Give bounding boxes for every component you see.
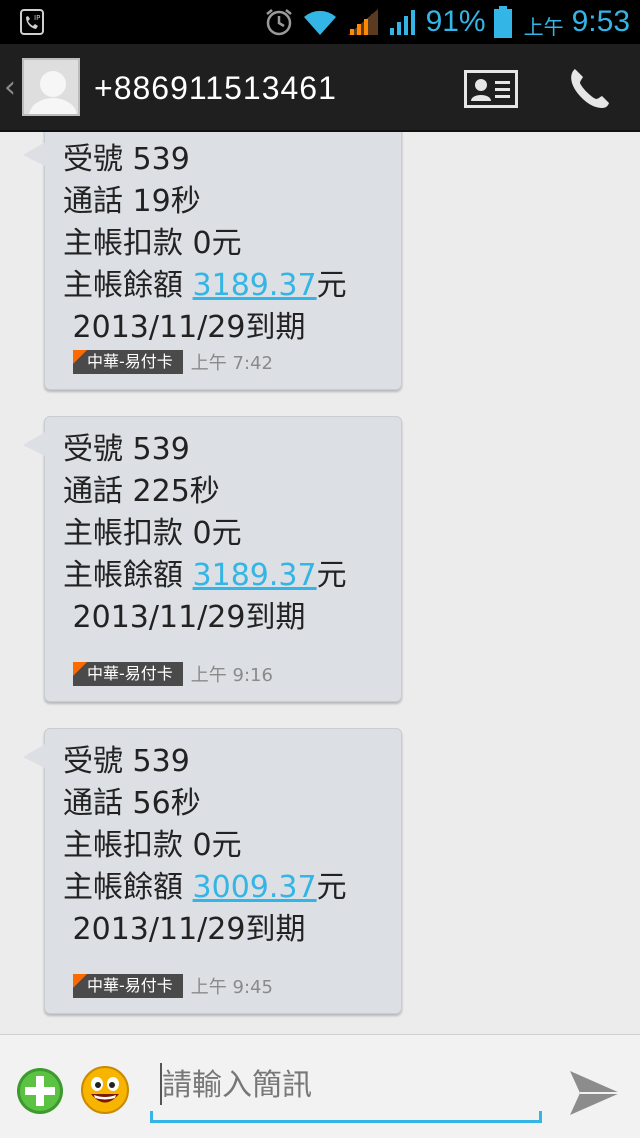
wifi-icon [303, 10, 336, 35]
message-bubble[interactable]: 受號 539 通話 225秒 主帳扣款 0元 主帳餘額 3189.37元 201… [23, 416, 402, 702]
balance-label: 主帳餘額 [63, 870, 193, 905]
message-line: 2013/11/29到期 [63, 912, 306, 947]
signal-orange-icon [347, 9, 378, 35]
back-chevron-icon[interactable]: ‹ [4, 70, 16, 105]
message-line: 通話 19秒 [63, 184, 201, 219]
message-line: 通話 225秒 [63, 474, 220, 509]
sim-label: 中華-易付卡 [87, 352, 173, 371]
contact-placeholder-icon[interactable] [22, 58, 80, 116]
message-meta: 中華-易付卡 上午 7:42 [73, 349, 273, 375]
action-bar: ‹ +886911513461 [0, 44, 640, 132]
sim-label: 中華-易付卡 [87, 976, 173, 995]
message-text: 受號 539 通話 56秒 主帳扣款 0元 主帳餘額 3009.37元 2013… [63, 741, 347, 951]
signal-blue-icon [389, 10, 415, 35]
field-edge-right [539, 1111, 542, 1123]
message-text: 受號 539 通話 225秒 主帳扣款 0元 主帳餘額 3189.37元 201… [63, 429, 347, 639]
message-time: 上午 7:42 [190, 353, 273, 374]
message-line: 受號 539 [63, 432, 190, 467]
composer-bar [0, 1034, 640, 1138]
message-line: 2013/11/29到期 [63, 600, 306, 635]
balance-unit: 元 [316, 268, 347, 303]
phone-icon[interactable] [566, 66, 612, 112]
sip-call-icon: IP [20, 9, 44, 35]
message-line: 2013/11/29到期 [63, 310, 306, 345]
message-meta: 中華-易付卡 上午 9:16 [73, 661, 273, 687]
alarm-icon [265, 9, 292, 36]
message-line: 主帳扣款 0元 [63, 828, 242, 863]
add-attachment-icon[interactable] [16, 1067, 64, 1115]
message-bubble[interactable]: 受號 539 通話 19秒 主帳扣款 0元 主帳餘額 3189.37元 2013… [23, 132, 402, 390]
balance-unit: 元 [316, 870, 347, 905]
message-line: 受號 539 [63, 744, 190, 779]
field-edge-left [150, 1111, 153, 1123]
message-line: 主帳扣款 0元 [63, 226, 242, 261]
battery-icon [493, 6, 512, 38]
message-input-field[interactable] [150, 1057, 542, 1123]
balance-unit: 元 [316, 558, 347, 593]
message-bubble[interactable]: 受號 539 通話 56秒 主帳扣款 0元 主帳餘額 3009.37元 2013… [23, 728, 402, 1014]
svg-text:IP: IP [34, 14, 40, 22]
clock: 9:53 [571, 5, 630, 38]
message-line: 通話 56秒 [63, 786, 201, 821]
emoji-icon[interactable] [80, 1065, 130, 1115]
sim-label: 中華-易付卡 [87, 664, 173, 683]
message-time: 上午 9:45 [190, 977, 273, 998]
message-input[interactable] [162, 1061, 532, 1109]
balance-label: 主帳餘額 [63, 268, 193, 303]
status-bar: IP 91% 上午 9:53 [0, 0, 640, 44]
balance-amount-link[interactable]: 3189.37 [193, 268, 317, 303]
message-meta: 中華-易付卡 上午 9:45 [73, 973, 273, 999]
send-icon[interactable] [566, 1065, 622, 1121]
balance-amount-link[interactable]: 3189.37 [193, 558, 317, 593]
battery-percent: 91% [425, 5, 486, 38]
message-line: 受號 539 [63, 142, 190, 177]
balance-amount-link[interactable]: 3009.37 [193, 870, 317, 905]
sim-badge: 中華-易付卡 [73, 662, 183, 686]
contact-card-icon[interactable] [464, 70, 518, 108]
message-time: 上午 9:16 [190, 665, 273, 686]
message-text: 受號 539 通話 19秒 主帳扣款 0元 主帳餘額 3189.37元 2013… [63, 139, 347, 349]
message-line: 主帳扣款 0元 [63, 516, 242, 551]
contact-number[interactable]: +886911513461 [94, 70, 337, 107]
clock-prefix: 上午 [523, 14, 564, 39]
balance-label: 主帳餘額 [63, 558, 193, 593]
message-list[interactable]: 受號 539 通話 19秒 主帳扣款 0元 主帳餘額 3189.37元 2013… [0, 132, 640, 1034]
sim-badge: 中華-易付卡 [73, 974, 183, 998]
sim-badge: 中華-易付卡 [73, 350, 183, 374]
